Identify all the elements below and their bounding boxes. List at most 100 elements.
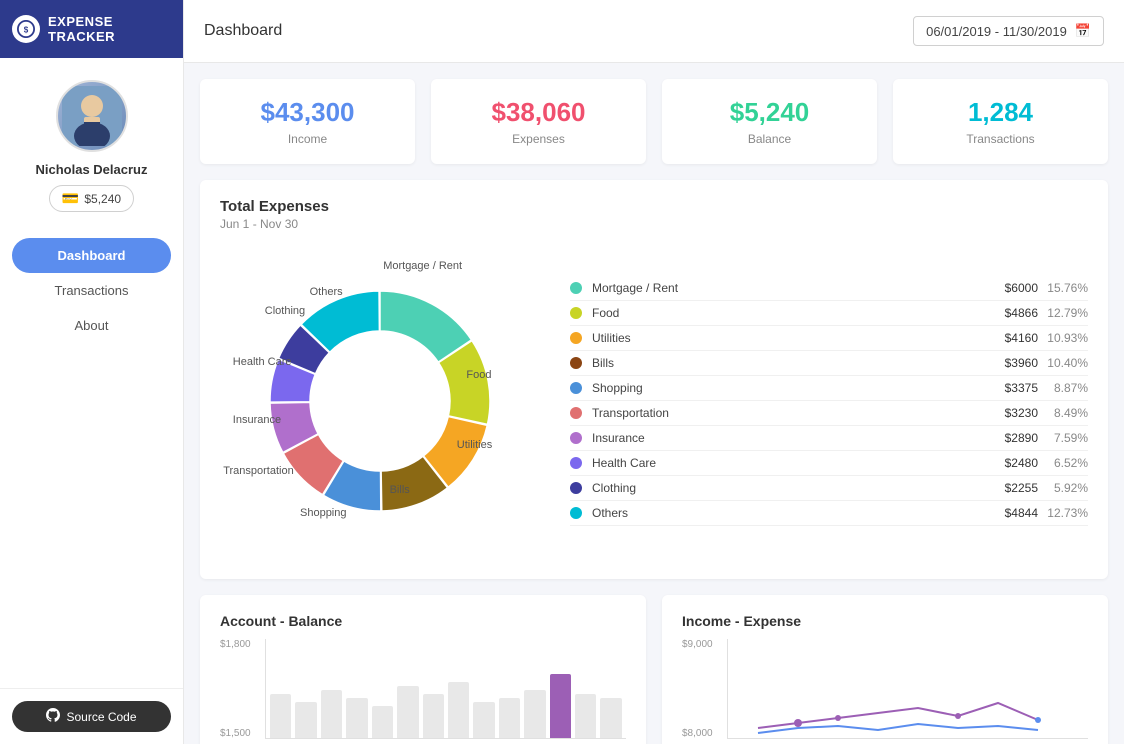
balance-card: $5,240 Balance — [662, 79, 877, 164]
y-label-9000: $9,000 — [682, 639, 713, 650]
expenses-panel-title: Total Expenses — [220, 198, 1088, 215]
sidebar: $ EXPENSE TRACKER Nicholas Delacruz 💳 $5… — [0, 0, 184, 744]
legend-pct-bills: 10.40% — [1038, 356, 1088, 370]
bar-10 — [499, 698, 520, 738]
bar-14 — [600, 698, 621, 738]
date-range-picker[interactable]: 06/01/2019 - 11/30/2019 📅 — [913, 16, 1104, 46]
stats-row: $43,300 Income $38,060 Expenses $5,240 B… — [200, 79, 1108, 164]
legend-row-others: Others $4844 12.73% — [570, 501, 1088, 526]
legend-name-bills: Bills — [592, 356, 978, 370]
income-label: Income — [220, 132, 395, 146]
bar-2 — [295, 702, 316, 738]
legend-dot-utilities — [570, 332, 582, 344]
bar-9 — [473, 702, 494, 738]
bar-chart — [266, 658, 626, 738]
y-label-8000: $8,000 — [682, 728, 713, 739]
sidebar-item-about[interactable]: About — [0, 308, 183, 343]
account-balance-chart: $1,800 $1,500 — [220, 639, 626, 739]
legend-amount-food: $4866 — [978, 306, 1038, 320]
legend-amount-mortgage: $6000 — [978, 281, 1038, 295]
bar-highlight — [550, 674, 571, 738]
legend-row-utilities: Utilities $4160 10.93% — [570, 326, 1088, 351]
expenses-label: Expenses — [451, 132, 626, 146]
chart-area: Others Mortgage / Rent Food Utilities Bi… — [220, 241, 1088, 561]
bar-13 — [575, 694, 596, 738]
income-expense-title: Income - Expense — [682, 613, 1088, 629]
donut-center — [310, 331, 450, 471]
legend-pct-clothing: 5.92% — [1038, 481, 1088, 495]
legend-dot-insurance — [570, 432, 582, 444]
line-chart — [728, 658, 1088, 738]
legend-row-bills: Bills $3960 10.40% — [570, 351, 1088, 376]
legend-row-transportation: Transportation $3230 8.49% — [570, 401, 1088, 426]
legend-row-insurance: Insurance $2890 7.59% — [570, 426, 1088, 451]
sidebar-item-dashboard[interactable]: Dashboard — [12, 238, 171, 273]
nav-section: Dashboard Transactions About — [0, 228, 183, 353]
income-card: $43,300 Income — [200, 79, 415, 164]
account-balance-chart-inner — [265, 639, 626, 739]
transactions-card: 1,284 Transactions — [893, 79, 1108, 164]
bar-3 — [321, 690, 342, 738]
bottom-row: Account - Balance $1,800 $1,500 — [200, 595, 1108, 744]
legend-dot-bills — [570, 357, 582, 369]
legend-pct-food: 12.79% — [1038, 306, 1088, 320]
wallet-icon: 💳 — [62, 190, 79, 207]
legend-pct-shopping: 8.87% — [1038, 381, 1088, 395]
expenses-panel-subtitle: Jun 1 - Nov 30 — [220, 217, 1088, 231]
sidebar-item-transactions[interactable]: Transactions — [0, 273, 183, 308]
legend-dot-shopping — [570, 382, 582, 394]
legend-row-food: Food $4866 12.79% — [570, 301, 1088, 326]
legend-name-shopping: Shopping — [592, 381, 978, 395]
balance-value: $5,240 — [682, 97, 857, 128]
legend-dot-transportation — [570, 407, 582, 419]
income-expense-y-labels: $9,000 $8,000 — [682, 639, 713, 739]
main-content: Dashboard 06/01/2019 - 11/30/2019 📅 $43,… — [184, 0, 1124, 744]
wallet-amount: $5,240 — [84, 192, 121, 206]
y-label-1800: $1,800 — [220, 639, 251, 650]
legend-row-healthcare: Health Care $2480 6.52% — [570, 451, 1088, 476]
github-icon — [46, 708, 60, 725]
chart-legend: Mortgage / Rent $6000 15.76% Food $4866 … — [540, 276, 1088, 526]
bar-4 — [346, 698, 367, 738]
sidebar-title: EXPENSE TRACKER — [48, 14, 171, 44]
bar-11 — [524, 690, 545, 738]
legend-name-others: Others — [592, 506, 978, 520]
income-expense-panel: Income - Expense $9,000 $8,000 — [662, 595, 1108, 744]
transactions-label: Transactions — [913, 132, 1088, 146]
legend-pct-others: 12.73% — [1038, 506, 1088, 520]
income-expense-chart: $9,000 $8,000 — [682, 639, 1088, 739]
legend-name-mortgage: Mortgage / Rent — [592, 281, 978, 295]
bar-5 — [372, 706, 393, 738]
date-range-text: 06/01/2019 - 11/30/2019 — [926, 24, 1067, 39]
source-code-label: Source Code — [66, 710, 136, 724]
legend-pct-transportation: 8.49% — [1038, 406, 1088, 420]
legend-name-clothing: Clothing — [592, 481, 978, 495]
legend-dot-mortgage — [570, 282, 582, 294]
income-value: $43,300 — [220, 97, 395, 128]
legend-dot-others — [570, 507, 582, 519]
source-code-button[interactable]: Source Code — [12, 701, 171, 732]
legend-amount-utilities: $4160 — [978, 331, 1038, 345]
calendar-icon: 📅 — [1075, 23, 1091, 39]
legend-row-shopping: Shopping $3375 8.87% — [570, 376, 1088, 401]
legend-amount-insurance: $2890 — [978, 431, 1038, 445]
legend-name-healthcare: Health Care — [592, 456, 978, 470]
legend-pct-utilities: 10.93% — [1038, 331, 1088, 345]
legend-pct-insurance: 7.59% — [1038, 431, 1088, 445]
bar-1 — [270, 694, 291, 738]
page-title: Dashboard — [204, 22, 282, 40]
account-balance-y-labels: $1,800 $1,500 — [220, 639, 251, 739]
legend-amount-others: $4844 — [978, 506, 1038, 520]
sidebar-logo: $ — [12, 15, 40, 43]
topbar: Dashboard 06/01/2019 - 11/30/2019 📅 — [184, 0, 1124, 63]
content-area: $43,300 Income $38,060 Expenses $5,240 B… — [184, 63, 1124, 744]
wallet-badge[interactable]: 💳 $5,240 — [49, 185, 134, 212]
legend-row-mortgage: Mortgage / Rent $6000 15.76% — [570, 276, 1088, 301]
sidebar-footer: Source Code — [0, 688, 183, 744]
sidebar-header: $ EXPENSE TRACKER — [0, 0, 183, 58]
legend-pct-healthcare: 6.52% — [1038, 456, 1088, 470]
avatar-section: Nicholas Delacruz 💳 $5,240 — [0, 58, 183, 228]
legend-amount-clothing: $2255 — [978, 481, 1038, 495]
y-label-1500: $1,500 — [220, 728, 251, 739]
legend-name-insurance: Insurance — [592, 431, 978, 445]
